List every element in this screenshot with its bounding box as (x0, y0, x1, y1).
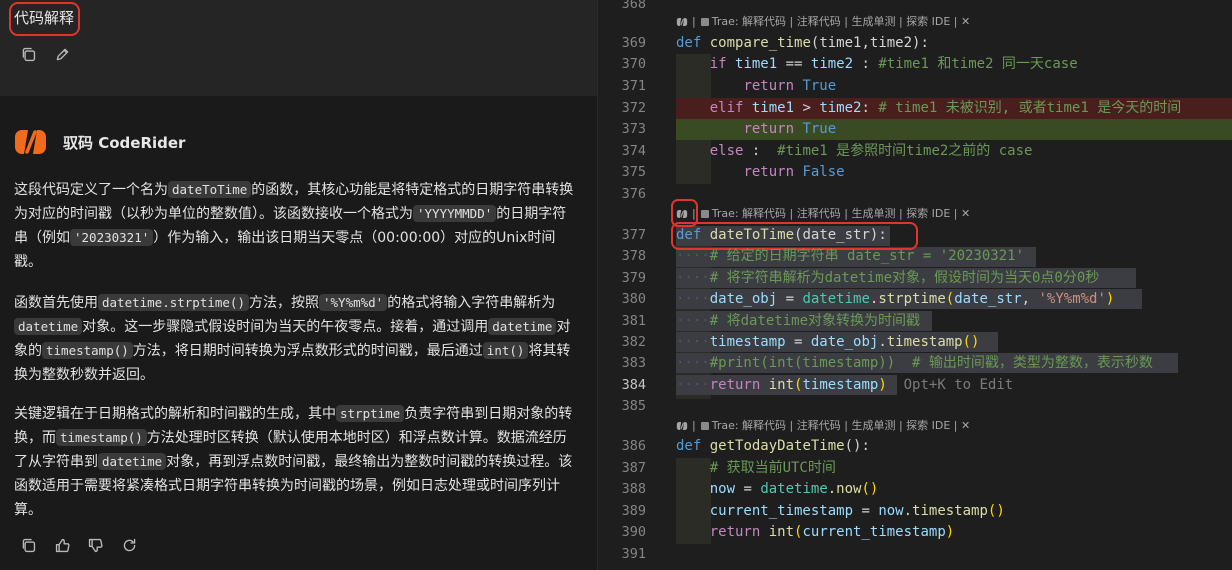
inline-code: dateToTime (168, 181, 252, 198)
code-line: # 获取当前UTC时间 (709, 460, 836, 476)
line-number: 369 (621, 35, 646, 51)
code-line: ····timestamp = date_obj.timestamp() (676, 334, 980, 350)
inline-code: datetime (98, 453, 167, 470)
code-lens[interactable]: | Trae: 解释代码 | 注释代码 | 生成单测 | 探索 IDE | ✕ (676, 205, 970, 223)
coderider-logo-icon (676, 18, 688, 26)
line-number: 368 (621, 0, 646, 12)
line-number: 374 (621, 143, 646, 159)
line-number: 376 (621, 186, 646, 202)
code-line: return True (743, 78, 837, 94)
coderider-logo-icon (676, 422, 688, 430)
copy-icon (22, 47, 35, 61)
code-line: if time1 == time2 : #time1 和time2 同一天cas… (709, 56, 1078, 72)
thumbs-up-button[interactable] (52, 535, 72, 555)
line-number: 391 (621, 546, 646, 562)
inline-code: '20230321' (70, 229, 154, 246)
inline-code: datetime (14, 318, 83, 335)
line-number: 371 (621, 78, 646, 94)
code-line: elif time1 > time2: # time1 未被识别, 或者time… (709, 100, 1182, 116)
bot-header: 驭码 CodeRider (14, 127, 185, 157)
answer-paragraph-3: 关键逻辑在于日期格式的解析和时间戳的生成，其中 strptime 负责字符串到日期对… (14, 405, 573, 518)
code-lens[interactable]: | Trae: 解释代码 | 注释代码 | 生成单测 | 探索 IDE | ✕ (676, 417, 970, 435)
line-number: 383 (621, 355, 646, 371)
line-number: 373 (621, 121, 646, 137)
code-line: def compare_time(time1,time2): (676, 35, 929, 51)
code-line: now = datetime.now() (709, 481, 879, 497)
copy-icon (22, 538, 35, 552)
code-line: ····# 将datetime对象转换为时间戳 (676, 313, 921, 329)
line-number: 370 (621, 56, 646, 72)
code-line: def getTodayDateTime(): (676, 438, 870, 454)
line-number: 372 (621, 100, 646, 116)
line-number: 381 (621, 313, 646, 329)
regenerate-button[interactable] (119, 535, 139, 555)
trae-icon (700, 210, 709, 218)
thumbs-down-button[interactable] (85, 535, 105, 555)
user-message-highlight (9, 2, 80, 36)
user-message-block: 代码解释 (0, 0, 597, 96)
code-line: ····#print(int(timestamp)) # 输出时间戳，类型为整数… (676, 355, 1153, 371)
inline-code: strptime (336, 405, 405, 422)
inline-code: datetime (488, 318, 557, 335)
bot-name: 驭码 CodeRider (63, 133, 186, 152)
code-line: ····# 将字符串解析为datetime对象，假设时间为当天0点0分0秒 (676, 270, 1100, 286)
refresh-icon (123, 538, 135, 551)
inline-code: 'YYYYMMDD' (413, 205, 497, 222)
line-number-active: 384 (621, 377, 646, 393)
line-number: 375 (621, 164, 646, 180)
answer-paragraph-2: 函数首先使用 datetime.strptime() 方法，按照 '%Y%m%d' 的格… (14, 294, 571, 383)
inline-code: int() (482, 342, 529, 359)
trae-icon (700, 422, 709, 430)
answer-paragraph-1: 这段代码定义了一个名为 dateToTime 的函数，其核心功能是将特定格式的日期字… (14, 181, 574, 270)
inline-edit-hint[interactable]: Opt+K to Edit (904, 377, 1014, 393)
thumbs-down-icon (88, 538, 103, 552)
coderider-logo-icon (15, 130, 46, 154)
copy-message-button[interactable] (18, 44, 38, 64)
line-number: 386 (621, 438, 646, 454)
code-line: return False (743, 164, 845, 180)
code-line: def dateToTime(date_str): (676, 227, 887, 243)
pencil-icon (56, 48, 68, 60)
code-editor[interactable]: 368 369 370 371 372 373 374 375 376 377 … (598, 0, 1232, 570)
chat-panel: 代码解释 驭码 CodeRider 这段代码定义了一个名为 dateToTime 的… (0, 0, 597, 570)
code-line: ····date_obj = datetime.strptime(date_st… (676, 291, 1115, 307)
inline-code: timestamp() (56, 429, 147, 446)
code-line: ····# 给定的日期字符串 date_str = '20230321' (676, 248, 1025, 264)
code-line: return int(current_timestamp) (709, 524, 955, 540)
code-line: return True (743, 121, 837, 137)
line-number: 380 (621, 291, 646, 307)
code-line: else : #time1 是参照时间time2之前的 case (709, 143, 1033, 159)
line-number: 379 (621, 270, 646, 286)
line-number: 382 (621, 334, 646, 350)
trae-icon (700, 18, 709, 26)
line-number: 389 (621, 503, 646, 519)
copy-answer-button[interactable] (18, 535, 38, 555)
inline-code: '%Y%m%d' (319, 294, 388, 311)
line-number: 390 (621, 524, 646, 540)
edit-message-button[interactable] (52, 44, 72, 64)
inline-code: timestamp() (42, 342, 133, 359)
line-number: 387 (621, 460, 646, 476)
line-number: 385 (621, 398, 646, 414)
line-number: 388 (621, 481, 646, 497)
code-line: current_timestamp = now.timestamp() (709, 503, 1005, 519)
line-number: 377 (621, 227, 646, 243)
line-number: 378 (621, 248, 646, 264)
code-lens[interactable]: | Trae: 解释代码 | 注释代码 | 生成单测 | 探索 IDE | ✕ (676, 13, 970, 31)
thumbs-up-icon (55, 538, 70, 552)
inline-code: datetime.strptime() (98, 294, 249, 311)
code-line-active: ····return int(timestamp) Opt+K to Edit (676, 377, 1014, 393)
